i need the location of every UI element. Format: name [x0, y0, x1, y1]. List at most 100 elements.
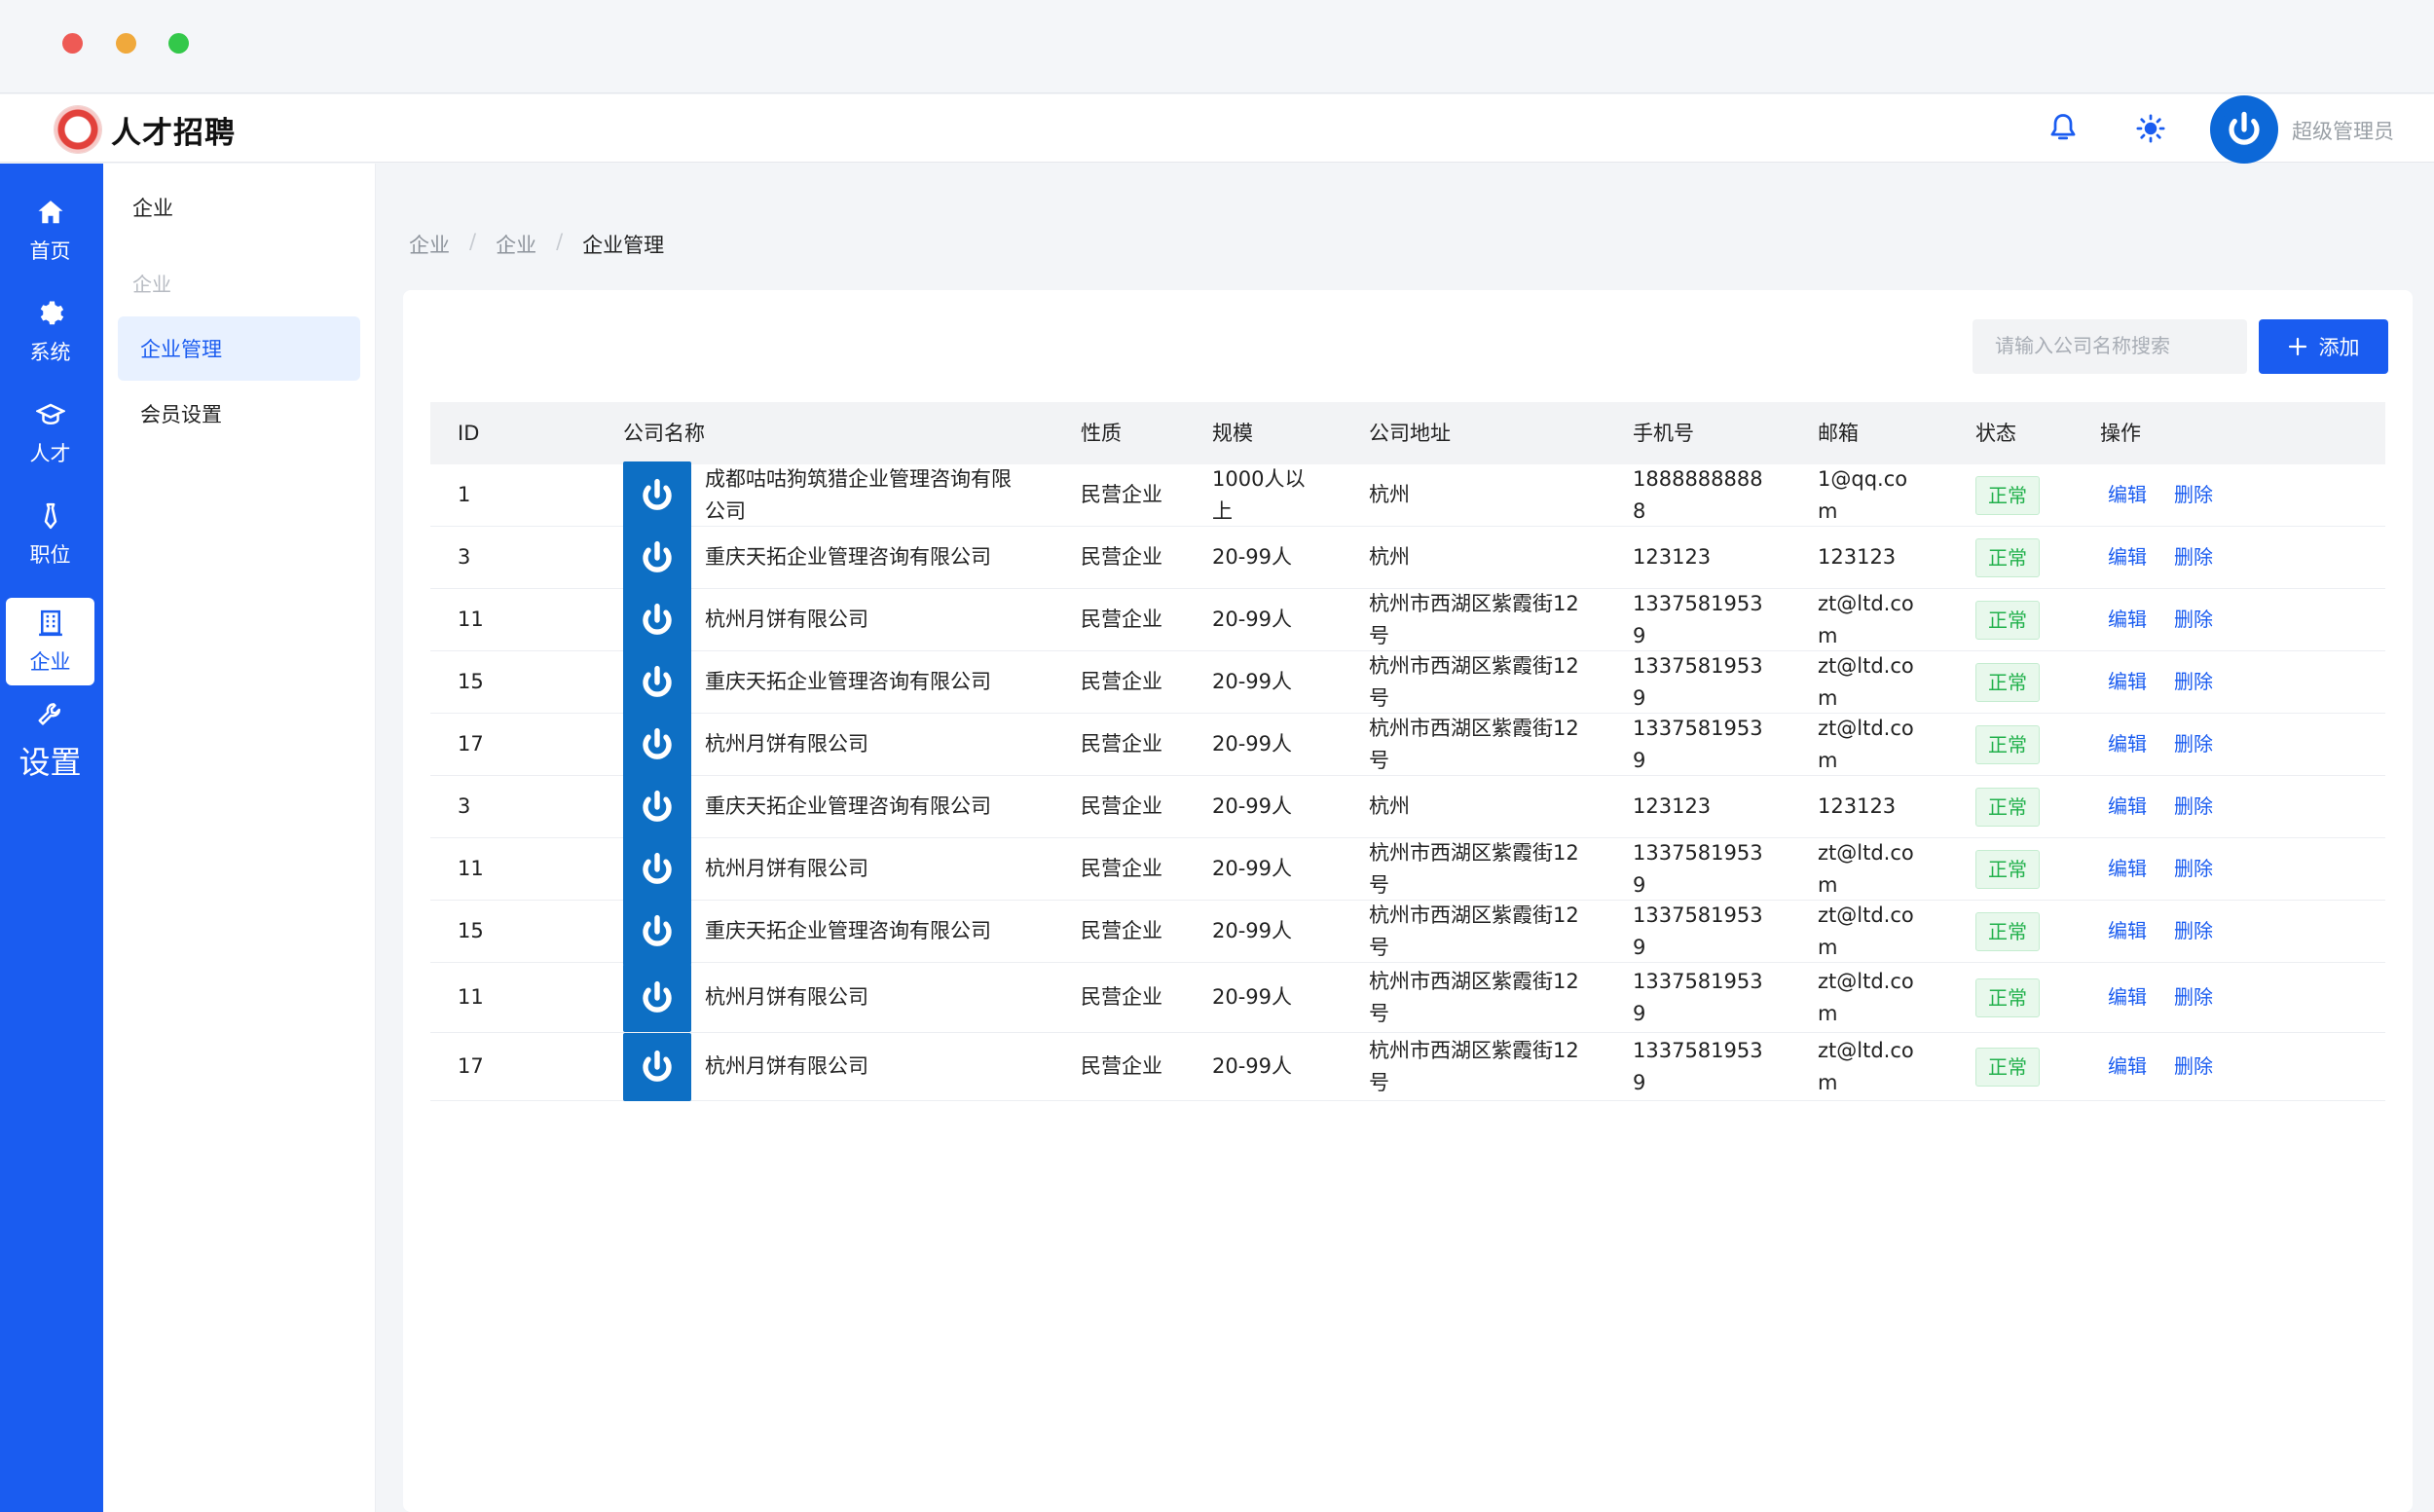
user-avatar[interactable] — [2210, 95, 2278, 164]
delete-button[interactable]: 删除 — [2174, 791, 2213, 823]
cell-company-name: 重庆天拓企业管理咨询有限公司 — [596, 647, 1053, 717]
company-scale: 1000人以上 — [1212, 466, 1306, 523]
rail-item-talent[interactable]: 人才 — [6, 389, 94, 477]
table-row: 11 杭州月饼有限公司 民营企业 20-99人 杭州市西湖区紫霞街12号 133… — [430, 963, 2385, 1033]
rail-item-position[interactable]: 职位 — [6, 491, 94, 578]
content-card: 添加 ID 公司名称 性质 规模 公司地址 手机号 邮箱 状态 操作 1 成都咕… — [403, 290, 2413, 1512]
company-name: 重庆天拓企业管理咨询有限公司 — [705, 794, 991, 818]
table-row: 17 杭州月饼有限公司 民营企业 20-99人 杭州市西湖区紫霞街12号 133… — [430, 1032, 2385, 1101]
edit-button[interactable]: 编辑 — [2108, 853, 2147, 885]
company-scale: 20-99人 — [1212, 545, 1293, 569]
rail-item-label: 职位 — [29, 543, 71, 567]
cell-email: zt@ltd.com — [1790, 966, 1948, 1030]
edit-button[interactable]: 编辑 — [2108, 791, 2147, 823]
company-search-input[interactable] — [1973, 319, 2247, 374]
rail-item-company[interactable]: 企业 — [6, 598, 94, 685]
gear-icon — [35, 298, 66, 329]
table-row: 17 杭州月饼有限公司 民营企业 20-99人 杭州市西湖区紫霞街12号 133… — [430, 710, 2385, 779]
column-header-address: 公司地址 — [1369, 421, 1451, 445]
delete-button[interactable]: 删除 — [2174, 853, 2213, 885]
edit-button[interactable]: 编辑 — [2108, 604, 2147, 636]
edit-button[interactable]: 编辑 — [2108, 728, 2147, 760]
rail-item-settings[interactable]: 设置 — [6, 697, 94, 785]
company-logo-icon — [623, 963, 691, 1032]
company-type: 民营企业 — [1081, 545, 1162, 569]
company-logo-icon — [623, 461, 691, 530]
rail-item-system[interactable]: 系统 — [6, 288, 94, 376]
company-name: 重庆天拓企业管理咨询有限公司 — [705, 919, 991, 942]
edit-button[interactable]: 编辑 — [2108, 666, 2147, 698]
window-close-button[interactable] — [62, 33, 83, 54]
edit-button[interactable]: 编辑 — [2108, 541, 2147, 573]
company-type: 民营企业 — [1081, 732, 1162, 756]
rail-item-home[interactable]: 首页 — [6, 187, 94, 275]
company-table: ID 公司名称 性质 规模 公司地址 手机号 邮箱 状态 操作 1 成都咕咕狗筑… — [430, 402, 2385, 1101]
window-maximize-button[interactable] — [168, 33, 189, 54]
delete-button[interactable]: 删除 — [2174, 728, 2213, 760]
cell-status: 正常 — [1948, 475, 2073, 515]
cell-scale: 1000人以上 — [1185, 463, 1342, 528]
subnav-item-company-management[interactable]: 企业管理 — [118, 316, 360, 381]
window-minimize-button[interactable] — [116, 33, 136, 54]
breadcrumb-item[interactable]: 企业 — [409, 230, 450, 259]
breadcrumb-item[interactable]: 企业 — [496, 230, 536, 259]
theme-toggle-sun-icon[interactable] — [2132, 110, 2169, 147]
company-name: 重庆天拓企业管理咨询有限公司 — [705, 545, 991, 569]
cell-scale: 20-99人 — [1185, 791, 1342, 823]
company-address: 杭州市西湖区紫霞街12号 — [1369, 969, 1579, 1025]
company-email: 123123 — [1818, 794, 1897, 818]
subnav-group-subtitle: 企业 — [132, 273, 171, 296]
table-row: 11 杭州月饼有限公司 民营企业 20-99人 杭州市西湖区紫霞街12号 133… — [430, 585, 2385, 654]
subnav-item-member-settings[interactable]: 会员设置 — [118, 382, 360, 446]
company-phone: 13375819539 — [1633, 840, 1763, 897]
company-phone: 123123 — [1633, 545, 1712, 569]
column-header-status: 状态 — [1975, 421, 2016, 445]
rail-item-label: 系统 — [29, 341, 71, 364]
company-name: 成都咕咕狗筑猎企业管理咨询有限公司 — [705, 466, 1012, 523]
cell-scale: 20-99人 — [1185, 1051, 1342, 1083]
company-scale: 20-99人 — [1212, 857, 1293, 880]
column-header-actions: 操作 — [2100, 421, 2141, 445]
cell-phone: 13375819539 — [1605, 837, 1790, 902]
cell-id: 15 — [458, 670, 484, 693]
edit-button[interactable]: 编辑 — [2108, 479, 2147, 511]
cell-email: 123123 — [1790, 541, 1948, 573]
cell-actions: 编辑 删除 — [2073, 981, 2365, 1014]
company-scale: 20-99人 — [1212, 1054, 1293, 1078]
company-name: 重庆天拓企业管理咨询有限公司 — [705, 670, 991, 693]
cell-id: 11 — [458, 857, 484, 880]
add-company-button[interactable]: 添加 — [2259, 319, 2388, 374]
edit-button[interactable]: 编辑 — [2108, 1051, 2147, 1083]
cell-actions: 编辑 删除 — [2073, 479, 2365, 511]
company-name: 杭州月饼有限公司 — [705, 985, 868, 1009]
cell-address: 杭州市西湖区紫霞街12号 — [1342, 713, 1605, 777]
delete-button[interactable]: 删除 — [2174, 1051, 2213, 1083]
delete-button[interactable]: 删除 — [2174, 666, 2213, 698]
column-header-name: 公司名称 — [623, 421, 705, 445]
notification-bell-icon[interactable] — [2045, 110, 2082, 147]
user-name[interactable]: 超级管理员 — [2292, 116, 2394, 145]
company-name: 杭州月饼有限公司 — [705, 1054, 868, 1078]
table-row: 3 重庆天拓企业管理咨询有限公司 民营企业 20-99人 杭州 123123 1… — [430, 772, 2385, 841]
cell-email: 123123 — [1790, 791, 1948, 823]
company-scale: 20-99人 — [1212, 919, 1293, 942]
delete-button[interactable]: 删除 — [2174, 981, 2213, 1014]
company-logo-icon — [623, 834, 691, 904]
tie-icon — [35, 500, 66, 532]
column-header-scale: 规模 — [1212, 421, 1253, 445]
status-badge: 正常 — [1975, 911, 2040, 951]
company-phone: 13375819539 — [1633, 1038, 1763, 1094]
delete-button[interactable]: 删除 — [2174, 604, 2213, 636]
delete-button[interactable]: 删除 — [2174, 915, 2213, 947]
company-email: zt@ltd.com — [1818, 1038, 1914, 1094]
edit-button[interactable]: 编辑 — [2108, 981, 2147, 1014]
company-logo-icon — [623, 710, 691, 779]
cell-scale: 20-99人 — [1185, 728, 1342, 760]
delete-button[interactable]: 删除 — [2174, 479, 2213, 511]
status-badge: 正常 — [1975, 787, 2040, 827]
edit-button[interactable]: 编辑 — [2108, 915, 2147, 947]
cell-address: 杭州市西湖区紫霞街12号 — [1342, 837, 1605, 902]
delete-button[interactable]: 删除 — [2174, 541, 2213, 573]
home-icon — [35, 197, 66, 228]
table-row: 15 重庆天拓企业管理咨询有限公司 民营企业 20-99人 杭州市西湖区紫霞街1… — [430, 897, 2385, 966]
